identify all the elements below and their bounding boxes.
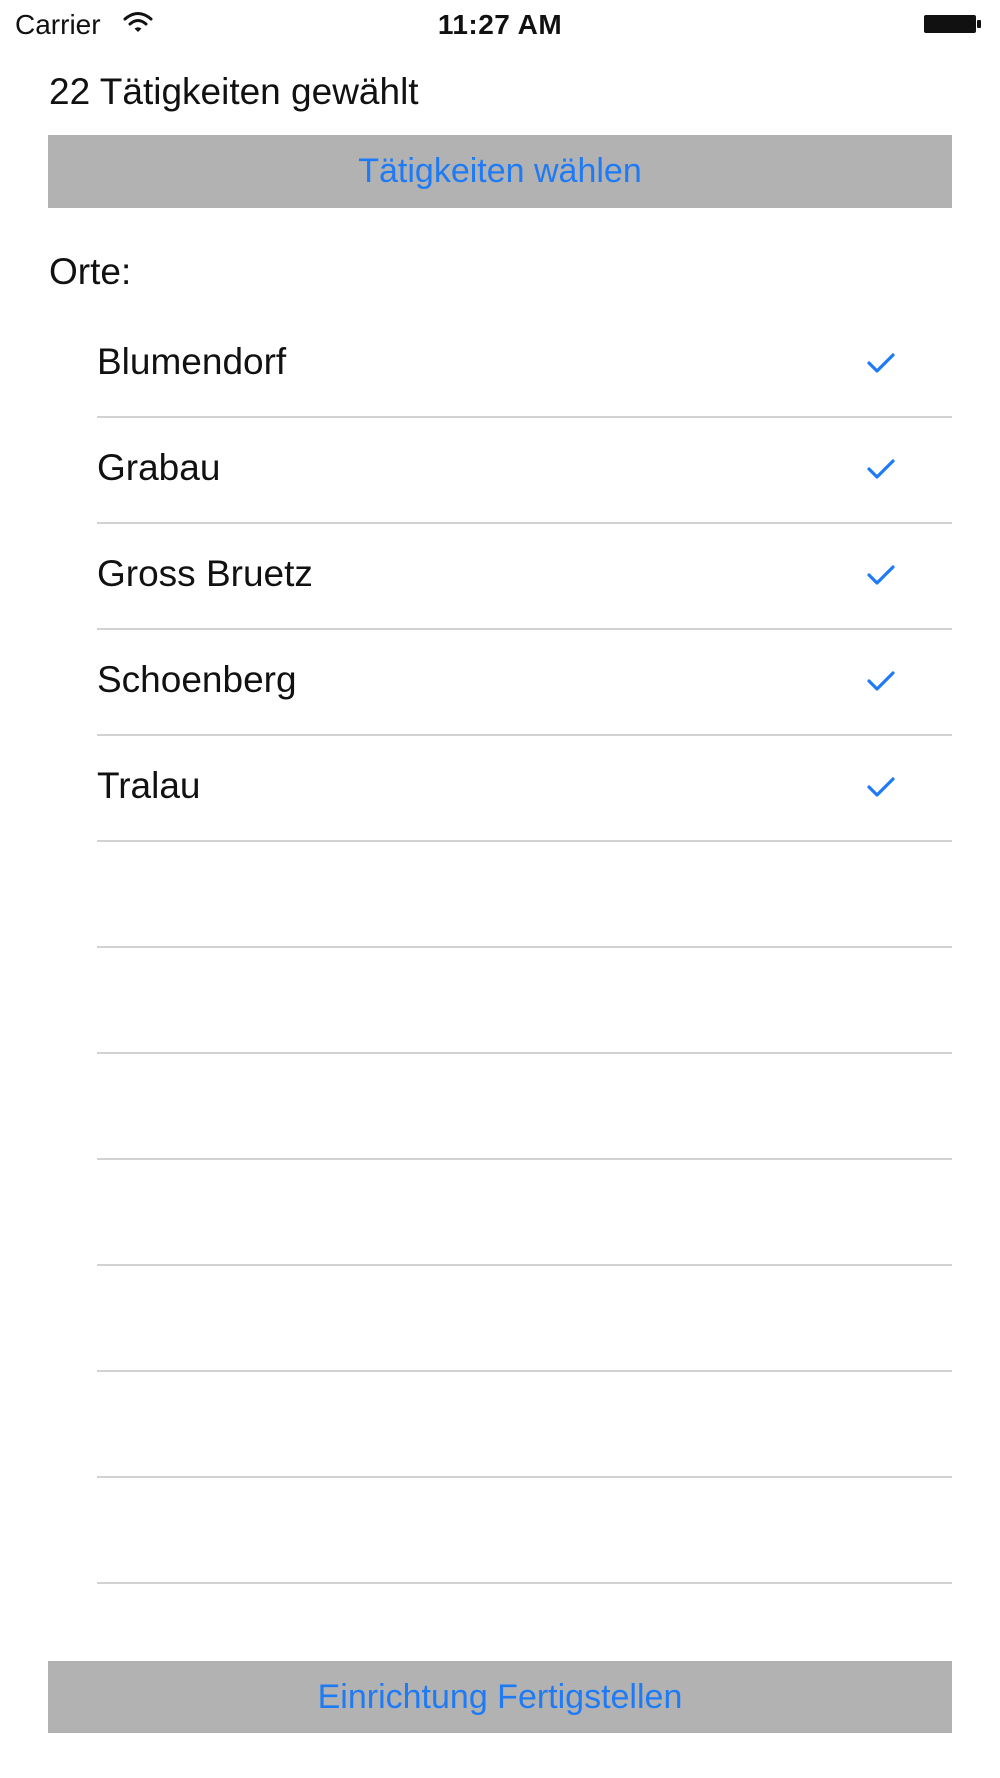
clock: 11:27 AM [437,9,563,40]
checkmark-icon [867,353,895,373]
checkmark-icon [867,777,895,797]
empty-table-row [97,842,952,948]
places-table: Blumendorf Grabau Gross Bruetz Schoenber… [97,312,952,1584]
finish-setup-button[interactable]: Einrichtung Fertigstellen [48,1661,952,1733]
empty-table-row [97,1054,952,1160]
checkmark-icon [867,671,895,691]
select-activities-button[interactable]: Tätigkeiten wählen [48,135,952,208]
status-bar: Carrier 11:27 AM [0,0,1000,50]
empty-table-row [97,1372,952,1478]
table-row[interactable]: Gross Bruetz [97,524,952,630]
places-label: Orte: [49,251,132,292]
row-label: Gross Bruetz [97,553,313,594]
empty-table-row [97,1160,952,1266]
row-label: Blumendorf [97,341,287,382]
row-label: Schoenberg [97,659,297,700]
row-label: Tralau [97,765,201,806]
table-row[interactable]: Schoenberg [97,630,952,736]
checkmark-icon [867,565,895,585]
empty-table-row [97,1266,952,1372]
table-row[interactable]: Tralau [97,736,952,842]
row-label: Grabau [97,447,221,488]
table-row[interactable]: Grabau [97,418,952,524]
checkmark-icon [867,459,895,479]
table-row[interactable]: Blumendorf [97,312,952,418]
empty-table-row [97,1478,952,1584]
battery-icon [924,15,981,33]
selection-count: 22 Tätigkeiten gewählt [49,71,419,112]
empty-table-row [97,948,952,1054]
